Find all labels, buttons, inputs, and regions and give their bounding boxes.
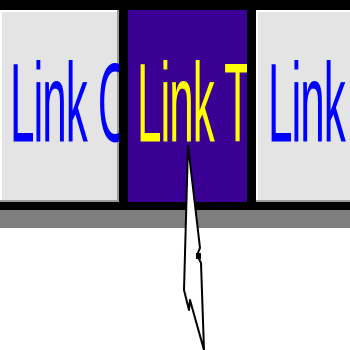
tab-link-two[interactable]: Link Two <box>128 10 247 202</box>
tab-link-two-label-wrap: Link Two <box>128 10 247 202</box>
tab-link-three-label-wrap: Link Th <box>256 10 350 202</box>
tab-link-one-label-wrap: Link One <box>0 10 119 202</box>
tab-link-three-label: Link Th <box>268 42 350 168</box>
page-stage: Link One Link Two Link Th <box>0 0 350 350</box>
tab-link-three[interactable]: Link Th <box>256 10 350 202</box>
nav-bar-shadow <box>0 210 350 228</box>
tab-link-two-label: Link Two <box>137 42 247 168</box>
tab-link-one[interactable]: Link One <box>0 10 119 202</box>
tab-link-one-label: Link One <box>10 42 119 168</box>
